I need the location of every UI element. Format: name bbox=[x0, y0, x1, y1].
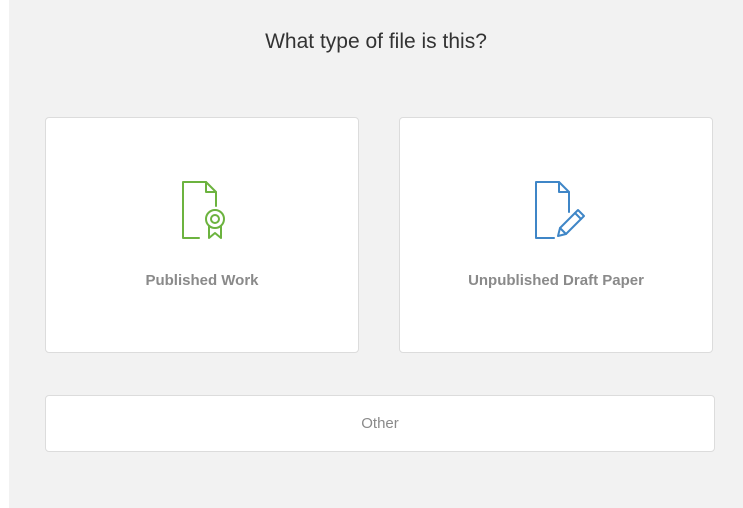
file-type-dialog: What type of file is this? Published Wor… bbox=[9, 0, 743, 508]
other-button[interactable]: Other bbox=[45, 395, 715, 452]
dialog-title: What type of file is this? bbox=[265, 30, 487, 53]
published-work-option[interactable]: Published Work bbox=[45, 117, 359, 353]
unpublished-draft-label: Unpublished Draft Paper bbox=[468, 272, 644, 289]
document-edit-icon bbox=[535, 181, 585, 239]
published-work-label: Published Work bbox=[145, 272, 259, 289]
unpublished-draft-option[interactable]: Unpublished Draft Paper bbox=[399, 117, 713, 353]
certified-document-icon bbox=[182, 181, 225, 239]
